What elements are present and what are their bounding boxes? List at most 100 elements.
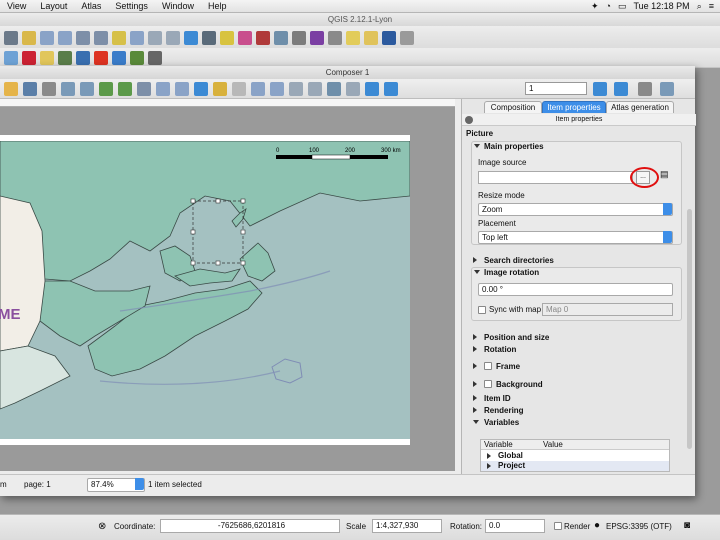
layer-icon[interactable] bbox=[4, 50, 18, 65]
coordinate-toggle-icon[interactable]: ⊗ bbox=[98, 521, 106, 532]
delete-icon[interactable] bbox=[22, 50, 36, 65]
pan-icon[interactable] bbox=[4, 30, 18, 45]
crs-icon[interactable]: ● bbox=[594, 520, 600, 531]
table-row[interactable]: Project bbox=[481, 461, 669, 471]
rendering-title[interactable]: Rendering bbox=[484, 406, 524, 415]
zoom-layer-icon[interactable] bbox=[112, 30, 126, 45]
wifi-icon[interactable]: ◔ bbox=[606, 1, 611, 11]
atlas-last-icon[interactable] bbox=[614, 82, 628, 96]
render-checkbox[interactable] bbox=[554, 522, 562, 530]
lock-icon[interactable] bbox=[213, 81, 227, 96]
refresh-icon[interactable] bbox=[194, 81, 208, 96]
atlas-page-combo[interactable]: 1 bbox=[525, 82, 587, 95]
search-icon[interactable]: ⌕ bbox=[697, 1, 702, 12]
redo-icon[interactable] bbox=[118, 81, 132, 96]
annotation-icon[interactable] bbox=[346, 30, 360, 45]
map-item[interactable]: 0 100 200 300 km ME bbox=[0, 141, 410, 439]
menu-help[interactable]: Help bbox=[201, 1, 234, 11]
main-properties-title[interactable]: Main properties bbox=[484, 142, 544, 151]
atlas-export-icon[interactable] bbox=[660, 82, 674, 96]
plugin-icon[interactable] bbox=[112, 50, 126, 65]
expand-icon[interactable] bbox=[473, 334, 477, 340]
maple-leaf-icon[interactable] bbox=[94, 50, 108, 65]
background-checkbox[interactable] bbox=[484, 380, 492, 388]
data-defined-icon[interactable]: ▤ bbox=[660, 169, 669, 180]
dropbox-icon[interactable]: ✦ bbox=[591, 1, 599, 12]
clock[interactable]: Tue 12:18 PM bbox=[633, 1, 689, 11]
composer-canvas[interactable]: 0 100 200 300 km ME bbox=[0, 107, 455, 471]
coordinate-field[interactable]: -7625686,6201816 bbox=[160, 519, 340, 533]
rotation-field[interactable]: 0.0 bbox=[485, 519, 545, 533]
zoom-in-icon[interactable] bbox=[40, 30, 54, 45]
sync-map-select[interactable]: Map 0 bbox=[542, 303, 673, 316]
rotation-spinbox[interactable]: 0.00 ° bbox=[478, 283, 673, 296]
digitize-icon[interactable] bbox=[130, 50, 144, 65]
frame-title[interactable]: Frame bbox=[496, 362, 520, 371]
ungroup-icon[interactable] bbox=[270, 81, 284, 96]
zoom-in-icon[interactable] bbox=[156, 81, 170, 96]
grid-icon[interactable] bbox=[148, 50, 162, 65]
collapse-icon[interactable] bbox=[474, 270, 480, 274]
zoom-last-icon[interactable] bbox=[148, 30, 162, 45]
text-annotation-icon[interactable] bbox=[364, 30, 378, 45]
tab-atlas-generation[interactable]: Atlas generation bbox=[606, 101, 674, 113]
unlock-icon[interactable] bbox=[232, 81, 246, 96]
atlas-next-icon[interactable] bbox=[593, 82, 607, 96]
expand-icon[interactable] bbox=[487, 453, 491, 459]
expand-icon[interactable] bbox=[473, 395, 477, 401]
python-icon[interactable] bbox=[76, 50, 90, 65]
statistics-icon[interactable] bbox=[310, 30, 324, 45]
menu-list-icon[interactable]: ≡ bbox=[709, 1, 714, 11]
resize-mode-select[interactable]: Zoom bbox=[478, 203, 673, 216]
refresh-icon[interactable] bbox=[184, 30, 198, 45]
search-directories-title[interactable]: Search directories bbox=[484, 256, 554, 265]
zoom-selection-icon[interactable] bbox=[130, 30, 144, 45]
position-size-title[interactable]: Position and size bbox=[484, 333, 549, 342]
placement-select[interactable]: Top left bbox=[478, 231, 673, 244]
atlas-print-icon[interactable] bbox=[638, 82, 652, 96]
field-calculator-icon[interactable] bbox=[292, 30, 306, 45]
collapse-icon[interactable] bbox=[473, 420, 479, 424]
image-rotation-title[interactable]: Image rotation bbox=[484, 268, 539, 277]
zoom-out-icon[interactable] bbox=[58, 30, 72, 45]
background-title[interactable]: Background bbox=[496, 380, 543, 389]
crs-status[interactable]: EPSG:3395 (OTF) bbox=[606, 522, 672, 531]
tab-item-properties[interactable]: Item properties bbox=[542, 101, 606, 113]
csv-icon[interactable] bbox=[58, 50, 72, 65]
atlas-prev-icon[interactable] bbox=[384, 81, 398, 96]
frame-checkbox[interactable] bbox=[484, 362, 492, 370]
sync-with-map-checkbox[interactable] bbox=[478, 306, 486, 314]
tab-composition[interactable]: Composition bbox=[484, 101, 542, 113]
save-icon[interactable] bbox=[23, 81, 37, 96]
expression-icon[interactable] bbox=[256, 30, 270, 45]
lower-icon[interactable] bbox=[308, 81, 322, 96]
undo-icon[interactable] bbox=[99, 81, 113, 96]
print-icon[interactable] bbox=[42, 81, 56, 96]
raise-icon[interactable] bbox=[289, 81, 303, 96]
expand-icon[interactable] bbox=[473, 407, 477, 413]
label-icon[interactable] bbox=[40, 50, 54, 65]
expand-icon[interactable] bbox=[473, 257, 477, 263]
select-icon[interactable] bbox=[220, 30, 234, 45]
table-row[interactable]: Global bbox=[481, 451, 669, 461]
zoom-out-icon[interactable] bbox=[175, 81, 189, 96]
export-svg-icon[interactable] bbox=[80, 81, 94, 96]
expand-icon[interactable] bbox=[473, 363, 477, 369]
expand-icon[interactable] bbox=[473, 346, 477, 352]
zoom-next-icon[interactable] bbox=[166, 30, 180, 45]
zoom-full-icon[interactable] bbox=[137, 81, 151, 96]
expand-icon[interactable] bbox=[487, 463, 491, 469]
image-source-input[interactable] bbox=[478, 171, 633, 184]
item-id-title[interactable]: Item ID bbox=[484, 394, 511, 403]
atlas-preview-icon[interactable] bbox=[346, 81, 360, 96]
zoom-select[interactable]: 87.4% bbox=[87, 478, 145, 492]
variables-title[interactable]: Variables bbox=[484, 418, 519, 427]
collapse-icon[interactable] bbox=[474, 144, 480, 148]
group-icon[interactable] bbox=[251, 81, 265, 96]
deselect-icon[interactable] bbox=[238, 30, 252, 45]
menu-window[interactable]: Window bbox=[155, 1, 201, 11]
attribute-table-icon[interactable] bbox=[274, 30, 288, 45]
close-icon[interactable] bbox=[465, 116, 473, 124]
help-icon[interactable] bbox=[382, 30, 396, 45]
messages-icon[interactable]: ◙ bbox=[684, 520, 690, 531]
